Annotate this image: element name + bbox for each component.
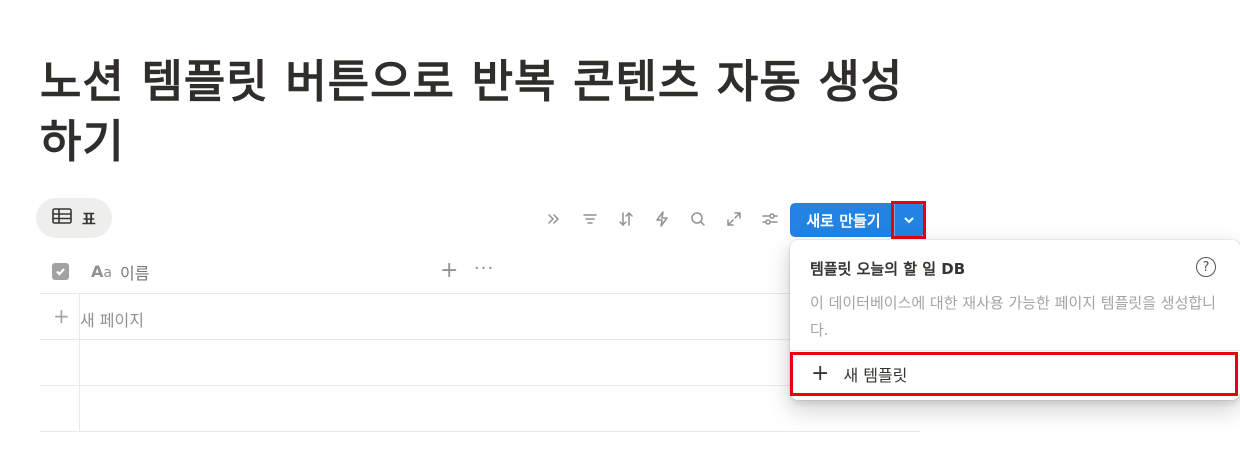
dropdown-description: 이 데이터베이스에 대한 재사용 가능한 페이지 템플릿을 생성합니다. [810,294,1216,339]
help-icon[interactable]: ? [1196,257,1216,277]
new-button-main[interactable]: 새로 만들기 [790,203,893,237]
view-tab-table[interactable]: 표 [36,198,112,238]
lightning-icon[interactable] [648,205,676,233]
new-page-label: 새 페이지 [80,311,144,330]
text-aa-icon: Aa [91,262,112,281]
search-icon[interactable] [684,205,712,233]
table-icon [52,208,72,228]
new-template-label: 새 템플릿 [843,366,908,385]
settings-sliders-icon[interactable] [756,205,784,233]
divider [790,350,1240,351]
new-template-button[interactable]: + 새 템플릿 [790,352,1238,396]
double-chevron-icon[interactable] [540,205,568,233]
table-row[interactable] [40,386,920,432]
expand-icon[interactable] [720,205,748,233]
view-tab-label: 표 [82,209,96,228]
page-title: 노션 템플릿 버튼으로 반복 콘텐츠 자동 생성하기 [40,55,904,168]
select-all-checkbox[interactable] [52,263,69,280]
new-button: 새로 만들기 [790,201,926,239]
add-column-icon[interactable]: + [440,260,458,282]
chevron-down-icon [904,217,914,224]
database-toolbar [540,205,792,233]
filter-icon[interactable] [576,205,604,233]
dropdown-title: 템플릿 오늘의 할 일 DB [810,260,966,278]
column-header-name[interactable]: 이름 [120,260,149,284]
plus-icon: + [811,361,830,386]
row-gutter-line [79,386,80,431]
table-row[interactable] [40,340,920,386]
more-options-icon[interactable]: ··· [474,258,494,279]
table-header: Aa 이름 + ··· [40,250,920,294]
row-gutter-line [79,340,80,385]
sort-icon[interactable] [612,205,640,233]
plus-icon: + [53,304,70,328]
new-page-row[interactable]: + 새 페이지 [40,294,920,340]
new-button-dropdown-toggle[interactable] [891,201,926,239]
template-dropdown-menu: 템플릿 오늘의 할 일 DB ? 이 데이터베이스에 대한 재사용 가능한 페이… [790,240,1240,400]
